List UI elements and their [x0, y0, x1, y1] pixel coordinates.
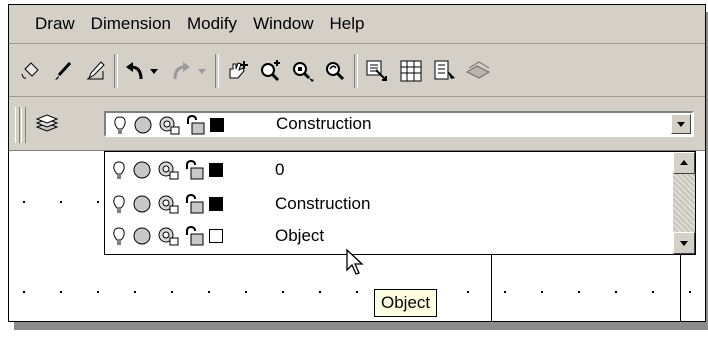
chevron-up-icon — [680, 160, 688, 165]
layer-color-swatch — [209, 163, 223, 177]
toolbar-grip[interactable] — [15, 107, 20, 143]
grid-dot — [504, 291, 506, 293]
grid-dot — [467, 291, 469, 293]
undo-dropdown-icon[interactable] — [147, 57, 161, 85]
layer-list-item-2[interactable]: Object — [105, 221, 671, 251]
scroll-down-button[interactable] — [673, 232, 695, 254]
freeze-sun-icon[interactable] — [131, 194, 153, 214]
grid-dot — [60, 201, 62, 203]
layer-on-bulb-icon[interactable] — [111, 194, 127, 214]
layer-color-swatch — [209, 229, 223, 243]
tooltip: Object — [374, 289, 438, 317]
grid-dot — [134, 291, 136, 293]
menu-window[interactable]: Window — [245, 5, 321, 43]
layer-color-swatch — [209, 197, 223, 211]
freeze-sun-icon[interactable] — [131, 226, 153, 246]
layer-dropdown-list: 0 Construction Object — [104, 151, 696, 255]
layer-state-icons — [112, 115, 224, 135]
grid-dot — [356, 291, 358, 293]
freeze-viewport-icon[interactable] — [158, 115, 180, 135]
freeze-viewport-icon[interactable] — [157, 194, 179, 214]
properties-icon[interactable] — [363, 57, 391, 85]
layer-on-bulb-icon[interactable] — [111, 160, 127, 180]
current-layer-name: Construction — [276, 114, 372, 133]
toolbar-separator — [215, 54, 219, 88]
layer-combo[interactable]: Construction — [104, 111, 694, 137]
match-properties-icon[interactable] — [81, 57, 109, 85]
combo-dropdown-button[interactable] — [671, 114, 691, 134]
zoom-previous-icon[interactable] — [321, 57, 349, 85]
zoom-window-icon[interactable] — [289, 57, 317, 85]
mouse-cursor-icon — [346, 248, 364, 275]
lock-icon[interactable] — [183, 226, 205, 246]
menu-help[interactable]: Help — [322, 5, 373, 43]
grid-dot — [23, 201, 25, 203]
chevron-down-icon — [677, 122, 685, 127]
grid-dot — [97, 291, 99, 293]
grid-dot — [208, 291, 210, 293]
grid-dot — [652, 291, 654, 293]
layer-name: Construction — [275, 194, 371, 213]
undo-icon[interactable] — [121, 57, 149, 85]
lock-icon[interactable] — [183, 160, 205, 180]
chevron-down-icon — [680, 241, 688, 246]
grid-dot — [171, 291, 173, 293]
redo-dropdown-icon — [195, 57, 209, 85]
grid-dot — [97, 201, 99, 203]
grid-dot — [23, 291, 25, 293]
drawing-line — [491, 255, 492, 321]
menu-draw[interactable]: Draw — [27, 5, 83, 43]
design-center-icon[interactable] — [397, 57, 425, 85]
grid-dot — [615, 291, 617, 293]
lock-icon[interactable] — [183, 194, 205, 214]
menu-bar: Draw Dimension Modify Window Help — [9, 5, 705, 44]
redo-icon — [167, 57, 195, 85]
grid-dot — [578, 291, 580, 293]
drawing-line — [680, 255, 681, 321]
grid-dot — [282, 291, 284, 293]
grid-dot — [689, 291, 691, 293]
grid-dot — [541, 291, 543, 293]
freeze-sun-icon[interactable] — [131, 160, 153, 180]
menu-dimension[interactable]: Dimension — [83, 5, 179, 43]
layer-name: Object — [275, 226, 325, 245]
scroll-up-button[interactable] — [673, 152, 695, 174]
toolbar-grip[interactable] — [21, 107, 26, 143]
application-window: Draw Dimension Modify Window Help Constr… — [8, 4, 706, 322]
layer-state-icons — [111, 194, 223, 214]
sheet-set-icon[interactable] — [464, 57, 492, 85]
lock-icon[interactable] — [184, 115, 206, 135]
toolbar-separator — [114, 54, 118, 88]
layer-state-icons — [111, 226, 223, 246]
layer-state-icons — [111, 160, 223, 180]
grid-dot — [319, 291, 321, 293]
layer-name: 0 — [275, 160, 285, 179]
standard-toolbar — [9, 44, 705, 97]
layer-list-item-1[interactable]: Construction — [105, 188, 671, 220]
grid-dot — [60, 291, 62, 293]
zoom-realtime-icon[interactable] — [257, 57, 285, 85]
menu-modify[interactable]: Modify — [179, 5, 245, 43]
layer-on-bulb-icon[interactable] — [112, 115, 128, 135]
grid-dot — [245, 291, 247, 293]
layer-list-item-0[interactable]: 0 — [105, 154, 671, 186]
layer-color-swatch — [210, 118, 224, 132]
layers-toolbar: Construction — [9, 97, 705, 151]
tool-palettes-icon[interactable] — [431, 57, 459, 85]
freeze-viewport-icon[interactable] — [157, 160, 179, 180]
dropdown-scrollbar[interactable] — [673, 152, 695, 254]
pan-icon[interactable] — [223, 57, 251, 85]
brush-icon[interactable] — [49, 57, 77, 85]
freeze-sun-icon[interactable] — [132, 115, 154, 135]
paint-bucket-icon[interactable] — [17, 57, 45, 85]
freeze-viewport-icon[interactable] — [157, 226, 179, 246]
layer-on-bulb-icon[interactable] — [111, 226, 127, 246]
toolbar-separator — [354, 54, 358, 88]
layer-manager-icon[interactable] — [33, 110, 61, 138]
